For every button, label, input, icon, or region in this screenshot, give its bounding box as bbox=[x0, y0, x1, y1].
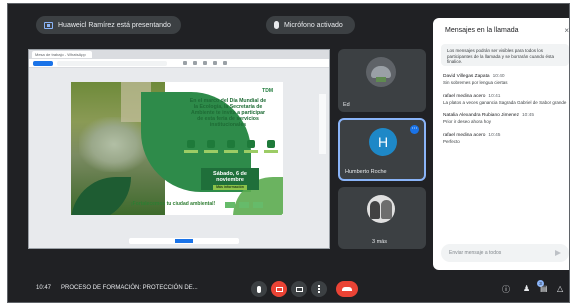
participant-tile-others[interactable]: 3 más bbox=[338, 187, 426, 249]
shared-browser-url bbox=[57, 60, 167, 66]
message-text: La platos a veces ganancia Sagrada Gabri… bbox=[443, 99, 567, 105]
chat-input-placeholder: Enviar mensaje a todos bbox=[449, 250, 502, 256]
flyer-logo: TDM bbox=[262, 88, 273, 94]
present-screen-icon bbox=[44, 21, 53, 29]
people-icon bbox=[183, 140, 199, 156]
message-time: 10:45 bbox=[522, 113, 535, 118]
chat-title: Mensajes en la llamada bbox=[445, 26, 519, 34]
chat-panel: Mensajes en la llamada × Los mensajes po… bbox=[433, 18, 569, 270]
message-time: 10:41 bbox=[488, 93, 501, 99]
message-text: Prior ir deseo ahora hoy bbox=[443, 119, 492, 124]
participants-group-avatar bbox=[367, 195, 395, 223]
present-icon bbox=[295, 286, 303, 292]
shared-document-area: TDM En el marco del Día Mundial de la Ec… bbox=[29, 68, 329, 248]
participant-initial-avatar: H bbox=[369, 128, 397, 156]
present-button[interactable] bbox=[291, 281, 307, 297]
message-time: 10:45 bbox=[488, 132, 501, 138]
flyer-footer-logos bbox=[225, 202, 263, 208]
chat-icon[interactable]: ▤ bbox=[540, 284, 548, 293]
chat-notice: Los mensajes podrán ser visibles para to… bbox=[441, 44, 569, 66]
chat-message: Natalia Alexandra Rubiano Jimenez 10:45 P… bbox=[433, 113, 569, 125]
close-icon[interactable]: × bbox=[564, 26, 569, 35]
more-vert-icon bbox=[318, 285, 320, 293]
more-options-icon[interactable]: ⋯ bbox=[410, 125, 419, 134]
leave-call-button[interactable] bbox=[336, 281, 358, 297]
more-options-button[interactable] bbox=[311, 281, 327, 297]
shared-screen[interactable]: Mesa de trabajo - WhatsApp TDM En el mar… bbox=[28, 49, 330, 249]
message-text: Perfecto bbox=[443, 138, 460, 144]
shared-browser-tools bbox=[183, 61, 227, 65]
flyer-date: Sábado, 6 de noviembre bbox=[213, 171, 247, 183]
presenting-text: Huaweicl Ramírez está presentando bbox=[58, 21, 171, 29]
meeting-control-bar: 10:47 PROCESO DE FORMACIÓN: PROTECCIÓN D… bbox=[8, 274, 569, 302]
message-author: rafael medina acero bbox=[443, 132, 486, 138]
tree-icon bbox=[203, 140, 219, 156]
chat-message-input[interactable]: Enviar mensaje a todos bbox=[441, 244, 569, 262]
shared-taskbar bbox=[129, 238, 239, 244]
participant-name: Humberto Roche bbox=[345, 169, 387, 175]
bicycle-icon bbox=[243, 140, 259, 156]
camera-off-button[interactable] bbox=[271, 281, 287, 297]
message-author: rafael medina acero bbox=[443, 93, 486, 99]
meeting-title: PROCESO DE FORMACIÓN: PROTECCIÓN DE... bbox=[61, 285, 198, 291]
shared-browser-button bbox=[33, 60, 53, 66]
camera-off-icon bbox=[275, 286, 283, 292]
participant-others-count: 3 más bbox=[372, 239, 387, 245]
meet-window: Huaweicl Ramírez está presentando Micróf… bbox=[7, 3, 570, 303]
send-icon[interactable] bbox=[555, 250, 561, 256]
chat-message: rafael medina acero 10:45 Perfecto bbox=[433, 132, 569, 145]
chat-header: Mensajes en la llamada × bbox=[433, 18, 569, 42]
participant-name: Ed bbox=[343, 102, 350, 108]
recycle-icon bbox=[223, 140, 239, 156]
people-icon[interactable]: ♟ bbox=[523, 284, 530, 293]
microphone-icon bbox=[274, 21, 279, 29]
participant-avatar bbox=[366, 57, 396, 87]
chat-message: David Villegas Zapata 10:40 Sin sobremes … bbox=[433, 74, 569, 86]
shared-browser-address-bar bbox=[29, 59, 329, 68]
shared-side-toolbar bbox=[319, 94, 326, 154]
flyer-date-box: Sábado, 6 de noviembre Más información bbox=[201, 168, 259, 190]
flyer-date-sub: Más información bbox=[213, 185, 247, 190]
mic-status-text: Micrófono activado bbox=[284, 21, 343, 29]
message-author: David Villegas Zapata bbox=[443, 74, 490, 79]
microphone-icon bbox=[257, 285, 261, 293]
meeting-clock: 10:47 bbox=[36, 285, 52, 291]
chat-message: rafael medina acero 10:41 La platos a vec… bbox=[433, 93, 569, 106]
message-author: Natalia Alexandra Rubiano Jimenez bbox=[443, 113, 519, 118]
mic-status-pill: Micrófono activado bbox=[266, 16, 355, 34]
microphone-button[interactable] bbox=[251, 281, 267, 297]
message-time: 10:40 bbox=[492, 74, 505, 79]
flyer-service-icons bbox=[183, 140, 279, 156]
flyer-footer: ¡Fortalecemos tu ciudad ambiental! bbox=[131, 201, 216, 207]
event-flyer: TDM En el marco del Día Mundial de la Ec… bbox=[71, 82, 283, 215]
participant-tile-active[interactable]: ⋯ H Humberto Roche bbox=[338, 118, 426, 181]
presenting-banner[interactable]: Huaweicl Ramírez está presentando bbox=[36, 16, 181, 34]
activities-icon[interactable]: △ bbox=[557, 284, 563, 293]
shared-browser-tab: Mesa de trabajo - WhatsApp bbox=[32, 51, 92, 58]
message-text: Sin sobremes por lengua ciertas bbox=[443, 80, 508, 85]
participant-tile[interactable]: Ed bbox=[338, 49, 426, 112]
shared-browser-tabbar: Mesa de trabajo - WhatsApp bbox=[29, 50, 329, 59]
flyer-headline: En el marco del Día Mundial de la Ecolog… bbox=[189, 98, 267, 128]
hang-up-icon bbox=[342, 287, 352, 291]
info-icon[interactable]: ⓘ bbox=[502, 284, 510, 295]
plant-icon bbox=[263, 140, 279, 156]
